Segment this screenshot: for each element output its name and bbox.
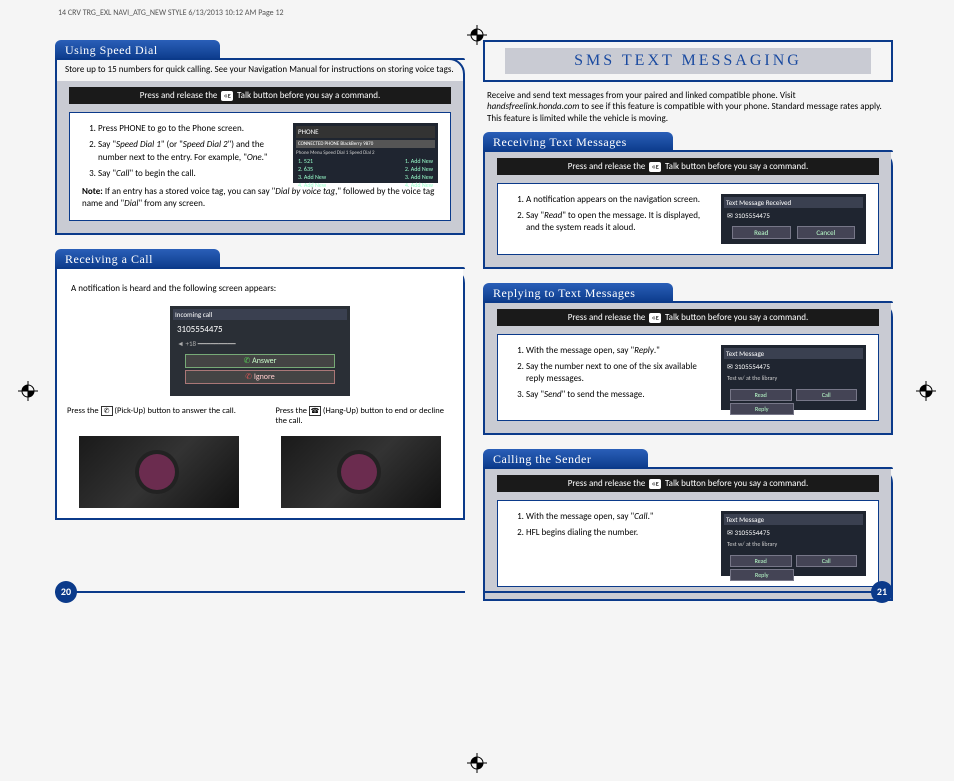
page-left: Using Speed Dial Store up to 15 numbers … bbox=[55, 40, 465, 601]
talk-icon: «ɛ bbox=[649, 479, 660, 489]
main-title: SMS TEXT MESSAGING bbox=[505, 48, 871, 74]
incoming-call-screenshot: Incoming call 3105554475 ◄ +18 ━━━━━━━━━… bbox=[170, 306, 350, 396]
talk-command-bar: Press and release the «ɛ Talk button bef… bbox=[497, 158, 879, 175]
pickup-caption: Press the ✆ (Pick-Up) button to answer t… bbox=[67, 406, 245, 426]
registration-mark-icon bbox=[18, 381, 38, 401]
talk-command-bar: Press and release the «ɛ Talk button bef… bbox=[497, 309, 879, 326]
hangup-icon: ☎ bbox=[309, 406, 321, 416]
phone-screenshot: PHONE CONNECTED PHONE BlackBerry 9870 Ph… bbox=[293, 123, 438, 183]
registration-mark-icon bbox=[916, 381, 936, 401]
talk-icon: «ɛ bbox=[649, 313, 660, 323]
talk-command-bar: Press and release the «ɛ Talk button bef… bbox=[497, 475, 879, 492]
speed-dial-note: Note: If an entry has a stored voice tag… bbox=[82, 186, 438, 210]
page-number-left: 20 bbox=[55, 581, 77, 603]
text-reply-screenshot: Text Message ✉ 3105554475 Test w/ at the… bbox=[721, 345, 866, 410]
text-received-screenshot: Text Message Received ✉ 3105554475 Read … bbox=[721, 194, 866, 244]
speed-dial-intro: Store up to 15 numbers for quick calling… bbox=[57, 60, 463, 81]
main-title-frame: SMS TEXT MESSAGING bbox=[483, 40, 893, 82]
steering-wheel-hangup-image bbox=[281, 436, 441, 508]
section-header-receiving-call: Receiving a Call bbox=[55, 249, 220, 269]
section-header-speed-dial: Using Speed Dial bbox=[55, 40, 220, 60]
talk-icon: «ɛ bbox=[649, 162, 660, 172]
section-header-receiving-text: Receiving Text Messages bbox=[483, 132, 673, 152]
section-header-replying: Replying to Text Messages bbox=[483, 283, 673, 303]
talk-icon: «ɛ bbox=[221, 91, 232, 101]
pickup-icon: ✆ bbox=[101, 406, 113, 416]
text-call-screenshot: Text Message ✉ 3105554475 Test w/ at the… bbox=[721, 511, 866, 576]
receiving-call-intro: A notification is heard and the followin… bbox=[63, 275, 457, 300]
print-slug: 14 CRV TRG_EXL NAVI_ATG_NEW STYLE 6/13/2… bbox=[58, 8, 284, 18]
page-rule bbox=[483, 591, 893, 593]
page-rule bbox=[55, 591, 465, 593]
page-number-right: 21 bbox=[871, 581, 893, 603]
talk-command-bar: Press and release the «ɛ Talk button bef… bbox=[69, 87, 451, 104]
steering-wheel-pickup-image bbox=[79, 436, 239, 508]
registration-mark-icon bbox=[467, 753, 487, 773]
sms-intro: Receive and send text messages from your… bbox=[483, 90, 893, 132]
section-header-calling: Calling the Sender bbox=[483, 449, 648, 469]
hangup-caption: Press the ☎ (Hang-Up) button to end or d… bbox=[275, 406, 453, 426]
page-right: SMS TEXT MESSAGING Receive and send text… bbox=[483, 40, 893, 601]
